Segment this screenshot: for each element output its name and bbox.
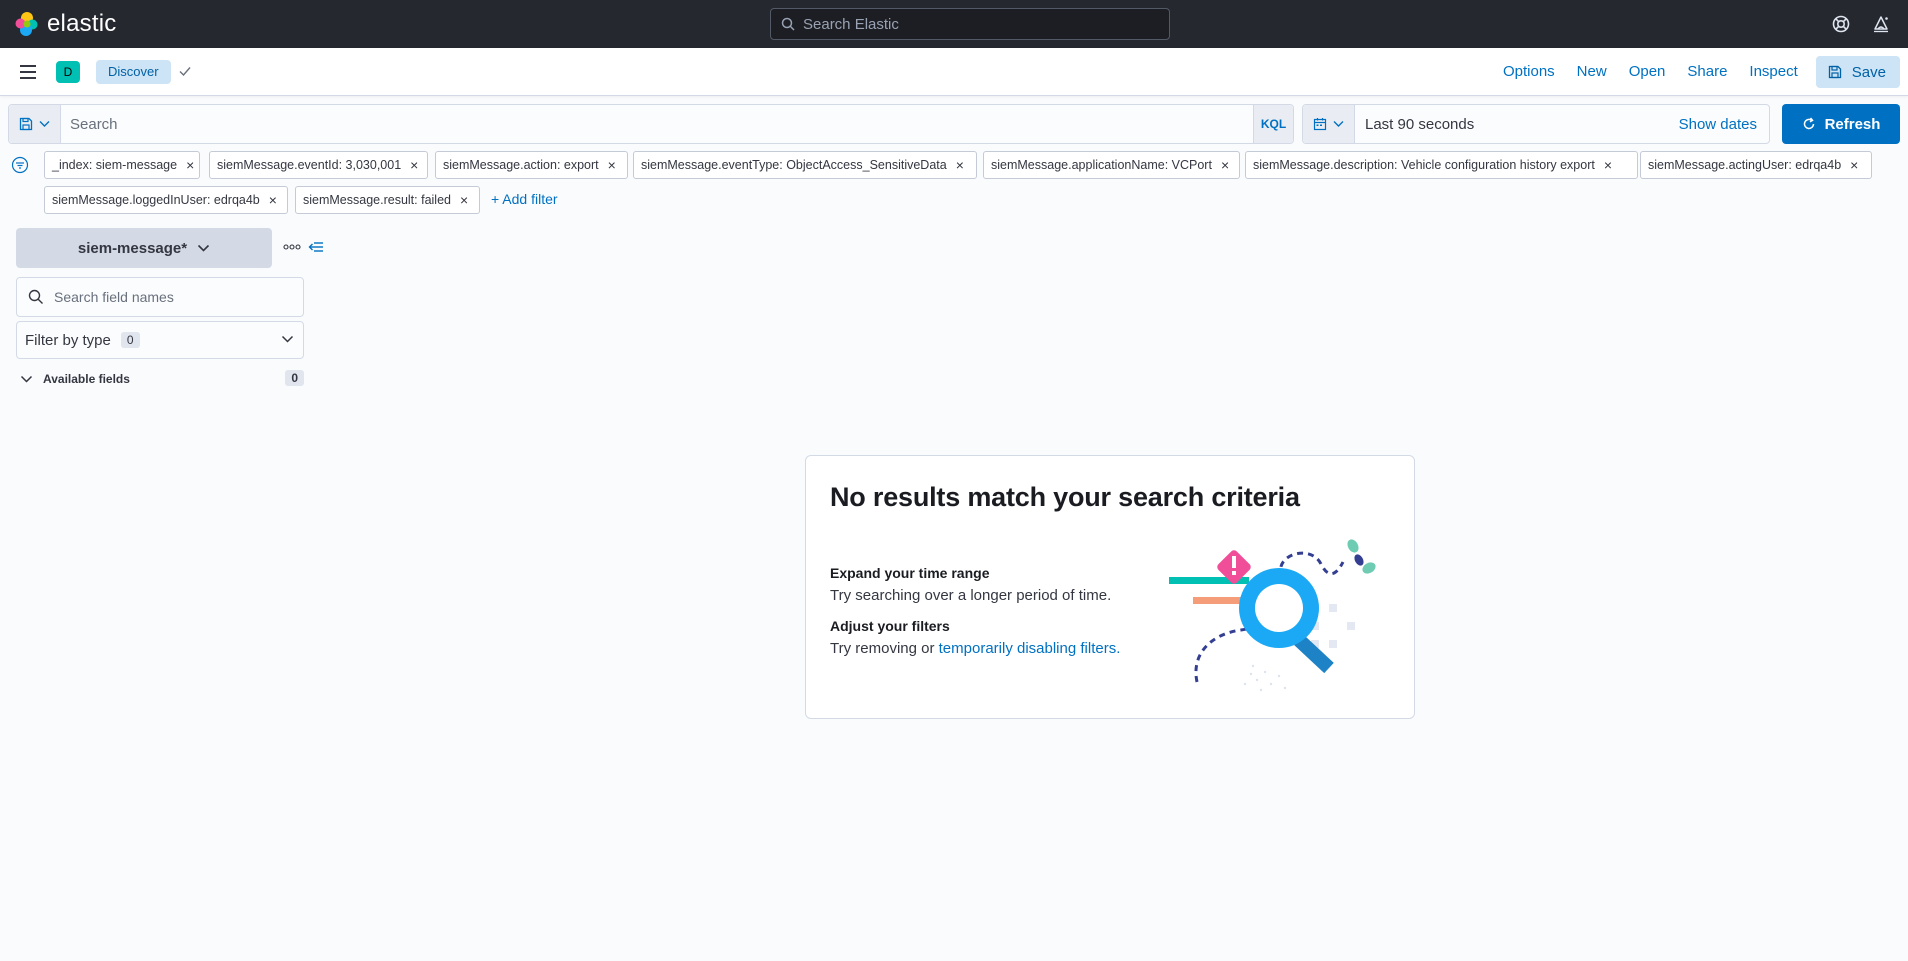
filter-pill-label: siemMessage.eventId: 3,030,001	[217, 158, 402, 172]
refresh-button[interactable]: Refresh	[1782, 104, 1900, 144]
index-pattern-picker[interactable]: siem-message*	[16, 228, 272, 268]
breadcrumb-discover[interactable]: Discover	[96, 60, 171, 84]
tip-adjust-filters-title: Adjust your filters	[830, 618, 950, 634]
saved-query-menu-button[interactable]	[9, 105, 61, 143]
chevron-down-icon	[20, 375, 33, 384]
save-label: Save	[1851, 63, 1886, 81]
filter-pill[interactable]: siemMessage.action: export ×	[435, 151, 628, 179]
close-icon[interactable]: ×	[1850, 158, 1858, 172]
close-icon[interactable]: ×	[956, 158, 964, 172]
global-search-box[interactable]	[770, 8, 1170, 40]
no-results-panel: No results match your search criteria Ex…	[805, 455, 1415, 719]
saved-query-icon	[19, 117, 33, 131]
tip-expand-time-text: Try searching over a longer period of ti…	[830, 587, 1112, 604]
date-range-value[interactable]: Last 90 seconds	[1355, 116, 1679, 133]
save-icon	[1828, 65, 1852, 79]
filter-pill[interactable]: _index: siem-message ×	[44, 151, 200, 179]
query-bar: KQL	[8, 104, 1294, 144]
available-fields-label: Available fields	[43, 372, 130, 386]
close-icon[interactable]: ×	[460, 193, 468, 207]
filter-pill-label: _index: siem-message	[52, 158, 178, 172]
available-fields-count: 0	[285, 370, 304, 386]
filter-pill-label: siemMessage.result: failed	[303, 193, 451, 207]
chevron-down-icon	[187, 244, 210, 253]
filter-pill[interactable]: siemMessage.description: Vehicle configu…	[1245, 151, 1638, 179]
menu-toggle-icon[interactable]	[18, 63, 38, 81]
chevron-down-icon	[1333, 120, 1344, 128]
elastic-logo-icon	[14, 11, 40, 37]
filter-pill-label: siemMessage.loggedInUser: edrqa4b	[52, 193, 260, 207]
date-picker: Last 90 seconds Show dates	[1302, 104, 1770, 144]
space-avatar[interactable]: D	[56, 61, 80, 83]
share-link[interactable]: Share	[1687, 56, 1727, 88]
close-icon[interactable]: ×	[608, 158, 616, 172]
brand-name: elastic	[47, 10, 117, 37]
inspect-link[interactable]: Inspect	[1749, 56, 1797, 88]
refresh-icon	[1802, 117, 1825, 131]
query-input[interactable]	[61, 105, 1253, 143]
filter-pill-label: siemMessage.applicationName: VCPort	[991, 158, 1212, 172]
filter-pill-label: siemMessage.eventType: ObjectAccess_Sens…	[641, 158, 947, 172]
filter-pill[interactable]: siemMessage.eventType: ObjectAccess_Sens…	[633, 151, 977, 179]
filter-pill[interactable]: siemMessage.loggedInUser: edrqa4b ×	[44, 186, 288, 214]
search-icon	[781, 17, 795, 31]
calendar-icon	[1313, 117, 1327, 131]
filter-pill[interactable]: siemMessage.eventId: 3,030,001 ×	[209, 151, 428, 179]
filter-options-icon[interactable]	[11, 156, 29, 174]
field-search-box[interactable]	[16, 277, 304, 317]
tip-adjust-filters-text: Try removing or temporarily disabling fi…	[830, 640, 1120, 657]
news-feed-icon[interactable]	[1871, 14, 1891, 34]
refresh-label: Refresh	[1824, 115, 1881, 133]
save-button[interactable]: Save	[1815, 56, 1900, 88]
filter-pill-label: siemMessage.action: export	[443, 158, 599, 172]
filter-count-badge: 0	[120, 332, 140, 348]
close-icon[interactable]: ×	[410, 158, 418, 172]
app-bar: D Discover Options New Open Share Inspec…	[0, 48, 1908, 96]
no-results-illustration	[1161, 534, 1391, 704]
global-search-input[interactable]	[803, 15, 1163, 33]
help-icon[interactable]	[1831, 14, 1851, 34]
options-link[interactable]: Options	[1503, 56, 1555, 88]
open-link[interactable]: Open	[1629, 56, 1666, 88]
check-icon	[178, 64, 192, 78]
filter-pill[interactable]: siemMessage.applicationName: VCPort ×	[983, 151, 1240, 179]
elastic-logo[interactable]: elastic	[14, 11, 116, 37]
close-icon[interactable]: ×	[269, 193, 277, 207]
chevron-down-icon	[39, 120, 50, 128]
add-filter-button[interactable]: + Add filter	[491, 191, 558, 207]
filter-pill[interactable]: siemMessage.actingUser: edrqa4b ×	[1640, 151, 1872, 179]
close-icon[interactable]: ×	[1221, 158, 1229, 172]
collapse-sidebar-icon[interactable]	[308, 240, 324, 254]
top-nav-menu: Options New Open Share Inspect Save	[1503, 56, 1900, 88]
filter-pill[interactable]: siemMessage.result: failed ×	[295, 186, 480, 214]
show-dates-link[interactable]: Show dates	[1679, 116, 1757, 133]
disable-filters-link[interactable]: temporarily disabling filters.	[939, 640, 1121, 657]
close-icon[interactable]: ×	[1604, 158, 1612, 172]
filter-pill-label: siemMessage.actingUser: edrqa4b	[1648, 158, 1842, 172]
search-icon	[28, 289, 44, 305]
available-fields-toggle[interactable]: Available fields 0	[20, 370, 304, 388]
query-language-toggle[interactable]: KQL	[1253, 105, 1293, 143]
filter-by-type-dropdown[interactable]: Filter by type 0	[16, 321, 304, 359]
filter-pill-label: siemMessage.description: Vehicle configu…	[1253, 158, 1595, 172]
new-link[interactable]: New	[1577, 56, 1607, 88]
tip-adjust-filters-prefix: Try removing or	[830, 640, 939, 657]
close-icon[interactable]: ×	[186, 158, 194, 172]
index-pattern-label: siem-message*	[77, 239, 188, 257]
no-results-title: No results match your search criteria	[830, 482, 1300, 512]
quick-date-menu-button[interactable]	[1303, 105, 1355, 143]
filter-by-type-label: Filter by type	[25, 331, 111, 349]
field-search-input[interactable]	[54, 289, 294, 305]
tip-expand-time-title: Expand your time range	[830, 565, 990, 581]
global-header: elastic	[0, 0, 1908, 48]
more-options-icon[interactable]	[283, 244, 301, 250]
